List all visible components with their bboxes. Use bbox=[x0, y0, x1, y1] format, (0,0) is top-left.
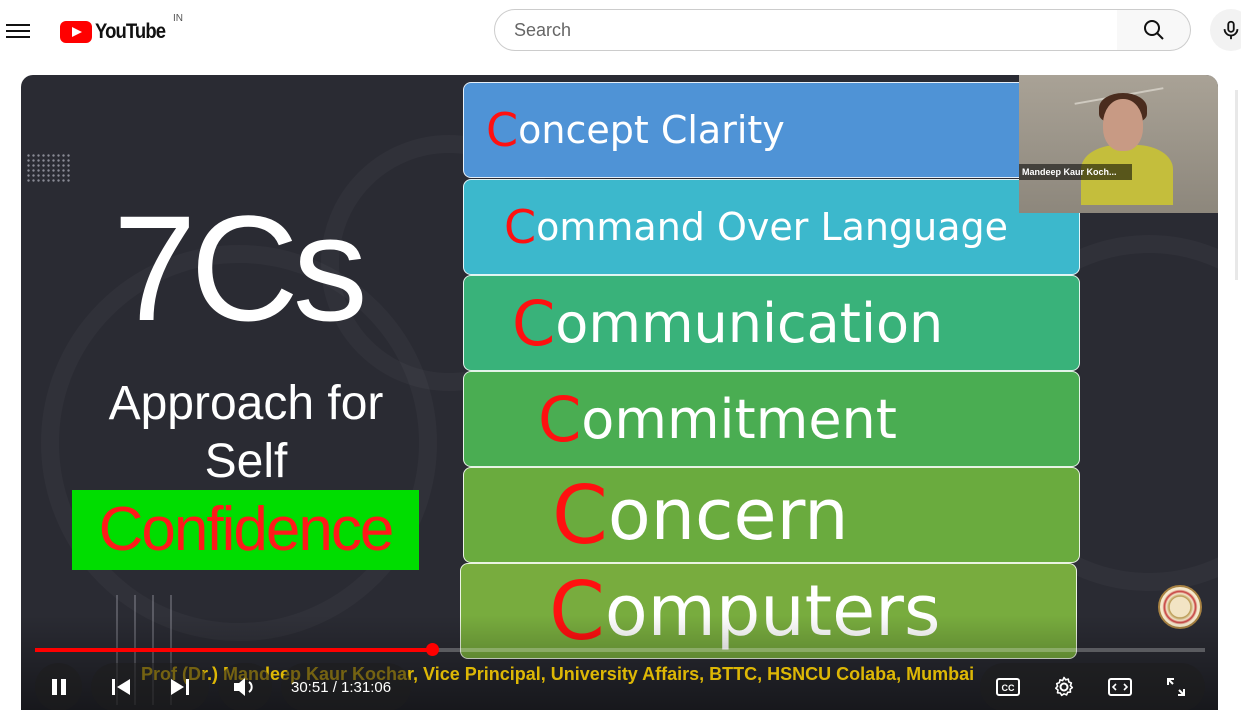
next-button[interactable] bbox=[150, 663, 209, 710]
slide-item-concept-clarity: Concept Clarity bbox=[463, 82, 1080, 178]
progress-played bbox=[35, 648, 432, 652]
right-controls-pill: CC bbox=[980, 663, 1205, 710]
youtube-play-icon bbox=[60, 21, 92, 43]
page-scrollbar[interactable] bbox=[1235, 90, 1238, 280]
time-pill: 30:51 / 1:31:06 bbox=[281, 663, 411, 710]
subtitles-button[interactable]: CC bbox=[980, 663, 1036, 710]
slide-heading: 7Cs bbox=[113, 184, 368, 352]
pause-button[interactable] bbox=[35, 663, 82, 710]
svg-text:CC: CC bbox=[1002, 683, 1015, 693]
top-bar: YouTube IN bbox=[0, 0, 1241, 64]
item-text: oncern bbox=[607, 474, 849, 556]
theater-mode-icon bbox=[1108, 678, 1132, 696]
logo-wordmark: YouTube bbox=[95, 20, 166, 43]
play-pause-pill bbox=[35, 663, 82, 710]
slide-item-command-over-language: Command Over Language bbox=[463, 179, 1080, 275]
slide-item-commitment: Commitment bbox=[463, 371, 1080, 467]
next-icon bbox=[170, 679, 189, 695]
country-code: IN bbox=[173, 13, 183, 24]
item-initial: C bbox=[538, 382, 582, 456]
volume-button[interactable] bbox=[218, 663, 272, 710]
volume-pill bbox=[218, 663, 272, 710]
item-text: ommunication bbox=[555, 291, 944, 355]
theater-mode-button[interactable] bbox=[1092, 663, 1148, 710]
microphone-icon bbox=[1223, 20, 1239, 40]
settings-button[interactable] bbox=[1036, 663, 1092, 710]
search-box bbox=[494, 9, 1118, 51]
confidence-highlight: Confidence bbox=[72, 490, 419, 570]
progress-scrubber[interactable] bbox=[425, 643, 439, 656]
subtitle-line-1: Approach for bbox=[108, 377, 384, 430]
voice-search-button[interactable] bbox=[1210, 9, 1241, 51]
previous-icon bbox=[111, 679, 130, 695]
decorative-dots bbox=[26, 153, 70, 183]
item-text: oncept Clarity bbox=[518, 108, 785, 152]
video-player[interactable]: 7Cs Approach for Self Confidence Concept… bbox=[21, 75, 1218, 710]
youtube-logo[interactable]: YouTube IN bbox=[60, 13, 183, 44]
previous-button[interactable] bbox=[91, 663, 150, 710]
item-text: ommitment bbox=[581, 387, 897, 451]
subtitle-line-2: Self bbox=[204, 435, 288, 488]
item-text: ommand Over Language bbox=[536, 205, 1008, 249]
item-initial: C bbox=[486, 103, 519, 157]
pause-icon bbox=[51, 679, 66, 695]
volume-icon bbox=[234, 678, 253, 696]
settings-icon bbox=[1055, 676, 1074, 697]
item-initial: C bbox=[512, 286, 556, 360]
speaker-webcam: Mandeep Kaur Koch... bbox=[1019, 75, 1218, 213]
search-input[interactable] bbox=[512, 19, 1096, 42]
slide-item-concern: Concern bbox=[463, 467, 1080, 563]
menu-icon[interactable] bbox=[6, 20, 30, 40]
fullscreen-icon bbox=[1167, 678, 1185, 696]
slide-item-communication: Communication bbox=[463, 275, 1080, 371]
subtitles-icon: CC bbox=[996, 678, 1020, 696]
skip-pill bbox=[91, 663, 209, 710]
slide-subtitle: Approach for Self bbox=[66, 375, 426, 491]
item-initial: C bbox=[504, 200, 537, 254]
search-button[interactable] bbox=[1117, 9, 1191, 51]
search-icon bbox=[1143, 20, 1164, 40]
fullscreen-button[interactable] bbox=[1148, 663, 1204, 710]
speaker-face bbox=[1103, 99, 1143, 151]
webcam-name-label: Mandeep Kaur Koch... bbox=[1019, 164, 1132, 180]
time-display: 30:51 / 1:31:06 bbox=[291, 678, 392, 696]
item-initial: C bbox=[552, 468, 608, 562]
